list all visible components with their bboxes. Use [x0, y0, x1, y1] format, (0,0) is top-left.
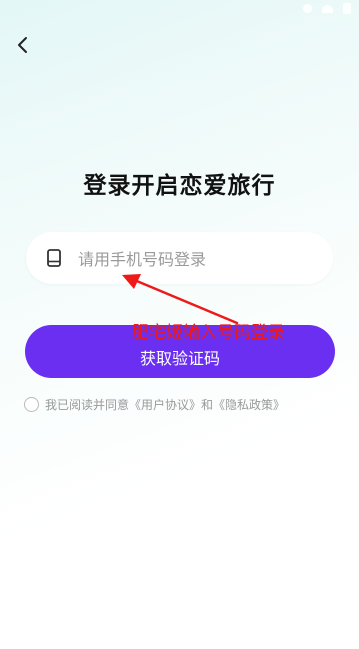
phone-input[interactable] — [76, 243, 320, 275]
page-title: 登录开启恋爱旅行 — [83, 173, 276, 199]
status-icons — [303, 3, 351, 14]
agreement-text: 我已阅读并同意《用户协议》和《隐私政策》 — [45, 396, 285, 413]
battery-icon — [343, 3, 351, 14]
chevron-left-icon — [18, 37, 27, 53]
privacy-policy-link[interactable]: 《隐私政策》 — [213, 398, 285, 412]
agree-checkbox[interactable] — [24, 397, 39, 412]
back-button[interactable] — [10, 32, 36, 58]
phone-field[interactable] — [26, 232, 333, 284]
agreement-row: 我已阅读并同意《用户协议》和《隐私政策》 — [24, 396, 285, 413]
agreement-conjunction: 和 — [201, 398, 214, 412]
user-agreement-link[interactable]: 《用户协议》 — [129, 398, 201, 412]
get-code-button[interactable]: 获取验证码 — [25, 325, 335, 378]
wifi-icon — [322, 4, 333, 13]
signal-icon — [303, 4, 312, 13]
agreement-prefix: 我已阅读并同意 — [45, 398, 130, 412]
phone-icon — [47, 249, 61, 267]
status-bar — [0, 0, 359, 18]
